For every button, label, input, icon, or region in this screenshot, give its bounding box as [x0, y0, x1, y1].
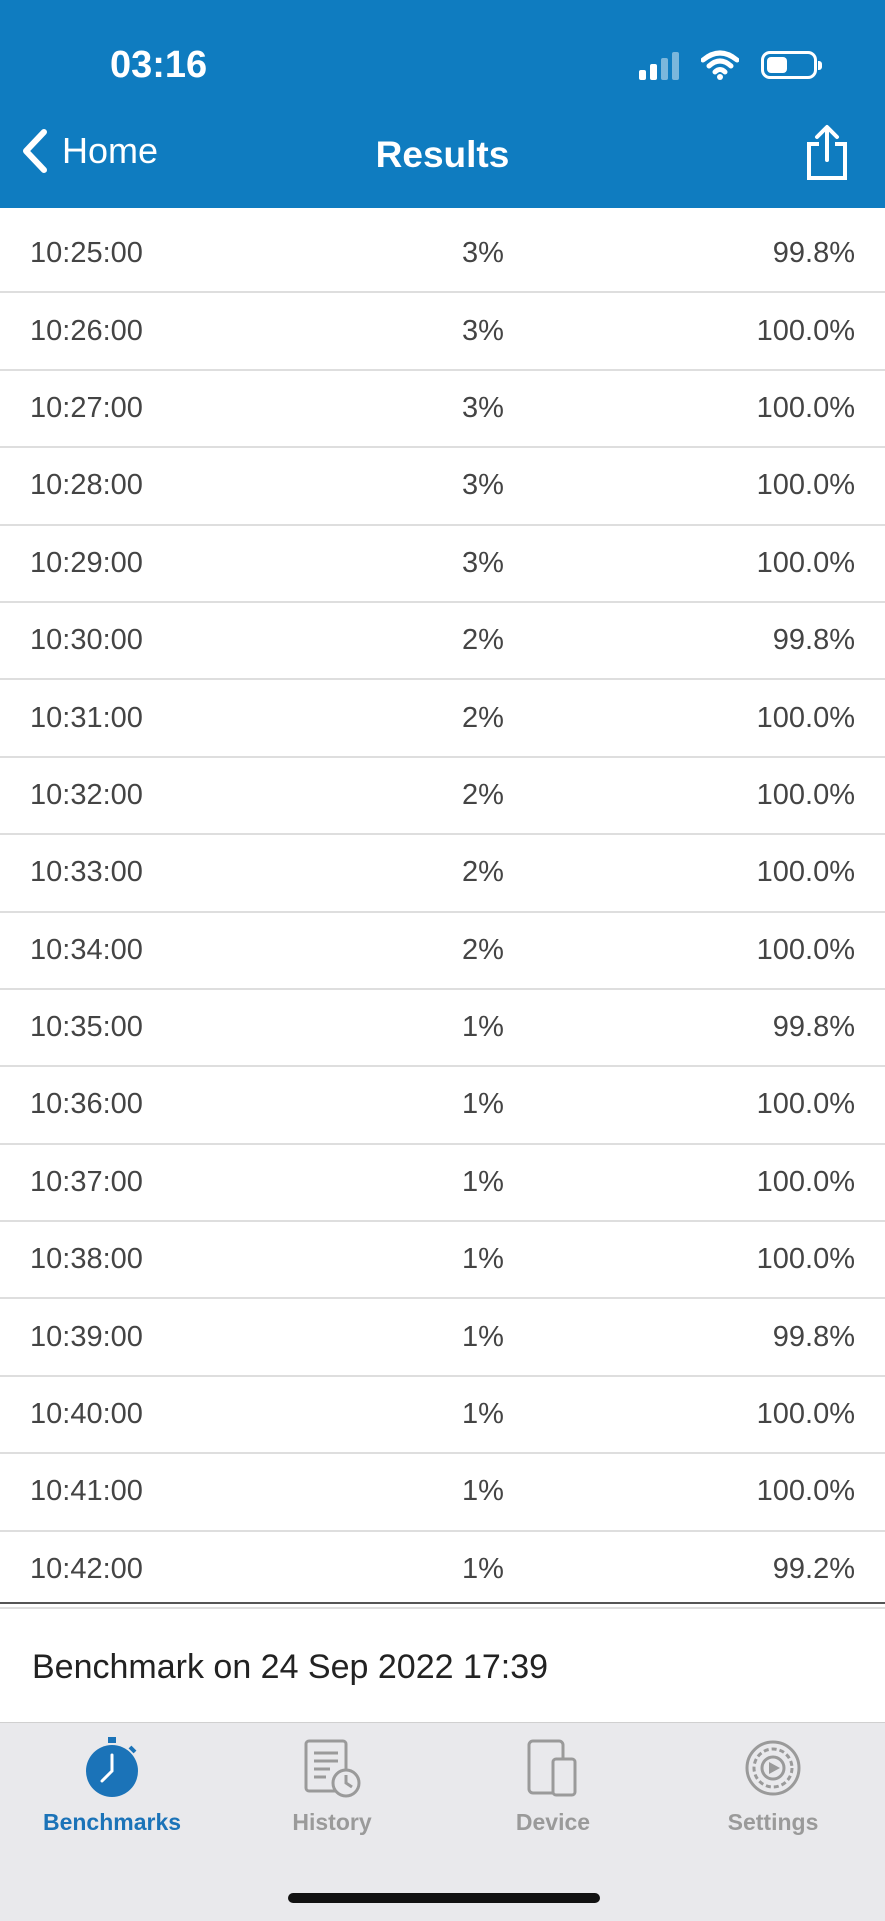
share-button[interactable]: [805, 124, 849, 187]
table-row: 10:33:00 2% 100.0%: [0, 835, 885, 913]
tab-bar: Benchmarks History Device Settings: [0, 1722, 885, 1921]
tab-device[interactable]: Device: [453, 1737, 653, 1836]
table-row: 10:26:00 3% 100.0%: [0, 293, 885, 371]
nav-header: 03:16 Home Results: [0, 0, 885, 208]
row-time: 10:40:00: [30, 1398, 143, 1431]
row-time: 10:26:00: [30, 314, 143, 347]
row-time: 10:34:00: [30, 933, 143, 966]
row-value: 100.0%: [756, 701, 855, 734]
divider: [0, 1602, 885, 1604]
row-value: 100.0%: [756, 546, 855, 579]
row-percent: 1%: [462, 1243, 504, 1276]
row-value: 100.0%: [756, 778, 855, 811]
row-value: 100.0%: [756, 1165, 855, 1198]
row-value: 100.0%: [756, 391, 855, 424]
row-time: 10:31:00: [30, 701, 143, 734]
table-row: 10:28:00 3% 100.0%: [0, 448, 885, 526]
device-icon: [527, 1739, 577, 1797]
table-row: 10:37:00 1% 100.0%: [0, 1145, 885, 1223]
row-time: 10:27:00: [30, 391, 143, 424]
page-title: Results: [375, 134, 510, 175]
table-row: 10:31:00 2% 100.0%: [0, 680, 885, 758]
row-time: 10:41:00: [30, 1475, 143, 1508]
tab-label: Benchmarks: [42, 1809, 182, 1835]
row-value: 99.8%: [772, 1320, 855, 1353]
table-row: 10:39:00 1% 99.8%: [0, 1299, 885, 1377]
row-percent: 2%: [462, 624, 504, 657]
row-percent: 1%: [462, 1165, 504, 1198]
row-time: 10:28:00: [30, 469, 143, 502]
stopwatch-icon: [86, 1737, 138, 1797]
row-value: 99.8%: [772, 1011, 855, 1044]
table-row: 10:35:00 1% 99.8%: [0, 990, 885, 1068]
home-indicator: [288, 1893, 600, 1903]
row-percent: 1%: [462, 1320, 504, 1353]
row-value: 100.0%: [756, 1088, 855, 1121]
status-icons: [639, 48, 822, 82]
row-time: 10:37:00: [30, 1165, 143, 1198]
row-time: 10:32:00: [30, 778, 143, 811]
tab-history[interactable]: History: [232, 1737, 432, 1836]
row-percent: 3%: [462, 546, 504, 579]
tab-label: History: [292, 1809, 372, 1835]
table-row: 10:40:00 1% 100.0%: [0, 1377, 885, 1455]
row-percent: 3%: [462, 314, 504, 347]
row-percent: 1%: [462, 1552, 504, 1585]
row-percent: 3%: [462, 391, 504, 424]
row-percent: 2%: [462, 933, 504, 966]
row-percent: 2%: [462, 778, 504, 811]
table-row: 10:27:00 3% 100.0%: [0, 371, 885, 449]
table-row: 10:38:00 1% 100.0%: [0, 1222, 885, 1300]
row-time: 10:42:00: [30, 1552, 143, 1585]
row-value: 100.0%: [756, 1398, 855, 1431]
row-value: 100.0%: [756, 469, 855, 502]
row-time: 10:39:00: [30, 1320, 143, 1353]
history-icon: [304, 1739, 361, 1798]
row-time: 10:35:00: [30, 1011, 143, 1044]
battery-icon: [761, 51, 822, 79]
table-row: 10:36:00 1% 100.0%: [0, 1067, 885, 1145]
table-row: 10:41:00 1% 100.0%: [0, 1454, 885, 1532]
row-percent: 3%: [462, 469, 504, 502]
row-value: 100.0%: [756, 856, 855, 889]
table-row: 10:25:00 3% 99.8%: [0, 216, 885, 294]
row-percent: 1%: [462, 1398, 504, 1431]
row-value: 99.8%: [772, 624, 855, 657]
row-percent: 3%: [462, 237, 504, 270]
row-value: 100.0%: [756, 933, 855, 966]
row-percent: 1%: [462, 1011, 504, 1044]
row-time: 10:38:00: [30, 1243, 143, 1276]
table-row: 10:32:00 2% 100.0%: [0, 758, 885, 836]
table-row: 10:30:00 2% 99.8%: [0, 603, 885, 681]
row-percent: 1%: [462, 1475, 504, 1508]
status-time: 03:16: [110, 44, 208, 86]
tab-settings[interactable]: Settings: [673, 1737, 873, 1836]
gear-icon: [745, 1740, 801, 1796]
table-row: 10:42:00 1% 99.2%: [0, 1532, 885, 1610]
tab-label: Device: [515, 1809, 591, 1835]
row-percent: 1%: [462, 1088, 504, 1121]
row-value: 99.2%: [772, 1552, 855, 1585]
row-value: 100.0%: [756, 1475, 855, 1508]
wifi-icon: [701, 50, 739, 80]
results-list[interactable]: 10:25:00 3% 99.8% 10:26:00 3% 100.0% 10:27:00 3…: [0, 216, 885, 1610]
row-time: 10:36:00: [30, 1088, 143, 1121]
tab-label: Settings: [727, 1809, 819, 1835]
benchmark-caption: Benchmark on 24 Sep 2022 17:39: [32, 1648, 549, 1686]
share-icon: [807, 125, 847, 180]
row-time: 10:30:00: [30, 624, 143, 657]
row-time: 10:25:00: [30, 237, 143, 270]
table-row: 10:29:00 3% 100.0%: [0, 526, 885, 603]
row-value: 99.8%: [772, 237, 855, 270]
row-value: 100.0%: [756, 314, 855, 347]
row-time: 10:33:00: [30, 856, 143, 889]
row-value: 100.0%: [756, 1243, 855, 1276]
tab-benchmarks[interactable]: Benchmarks: [12, 1737, 212, 1836]
table-row: 10:34:00 2% 100.0%: [0, 913, 885, 990]
cellular-signal-icon: [639, 50, 679, 80]
row-percent: 2%: [462, 856, 504, 889]
row-time: 10:29:00: [30, 546, 143, 579]
row-percent: 2%: [462, 701, 504, 734]
